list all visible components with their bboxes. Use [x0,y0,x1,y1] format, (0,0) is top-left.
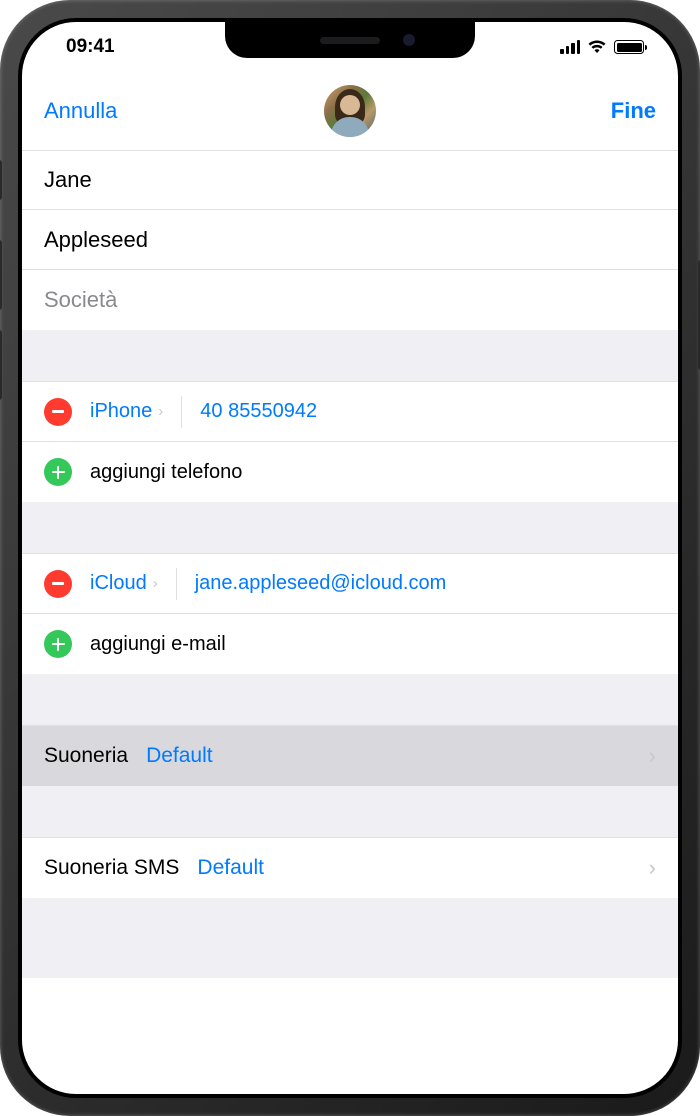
done-button[interactable]: Fine [611,98,656,124]
add-phone-label: aggiungi telefono [90,461,242,484]
phone-number-value[interactable]: 40 85550942 [200,400,317,423]
wifi-icon [587,40,607,54]
texttone-label: Suoneria SMS [44,856,179,880]
cellular-signal-icon [560,40,580,54]
phone-type-label: iPhone [90,400,152,423]
device-frame: 09:41 Annulla Fine [0,0,700,1116]
divider [176,568,177,600]
texttone-row[interactable]: Suoneria SMS Default › [22,838,678,898]
front-camera [403,34,415,46]
add-email-row[interactable]: aggiungi e-mail [22,614,678,674]
silent-switch [0,160,2,200]
ringtone-label: Suoneria [44,744,128,768]
first-name-input[interactable] [44,167,656,193]
navigation-bar: Annulla Fine [22,72,678,150]
ringtone-row[interactable]: Suoneria Default › [22,726,678,786]
add-email-icon [44,630,72,658]
remove-email-icon[interactable] [44,570,72,598]
email-type-label: iCloud [90,572,147,595]
screen: 09:41 Annulla Fine [22,22,678,1094]
notch [225,22,475,58]
phone-type-selector[interactable]: iPhone › [90,400,163,423]
email-address-value[interactable]: jane.appleseed@icloud.com [195,572,447,595]
texttone-value: Default [197,856,264,880]
divider [181,396,182,428]
edit-contact-form: iPhone › 40 85550942 aggiungi telefono [22,150,678,978]
chevron-right-icon: › [649,743,656,769]
last-name-input[interactable] [44,227,656,253]
ringtone-value: Default [146,744,213,768]
status-time: 09:41 [56,36,115,58]
chevron-right-icon: › [153,575,158,592]
company-input[interactable] [44,287,656,313]
volume-down-button [0,330,2,400]
cancel-button[interactable]: Annulla [44,98,117,124]
contact-avatar[interactable] [324,85,376,137]
volume-up-button [0,240,2,310]
email-type-selector[interactable]: iCloud › [90,572,158,595]
add-email-label: aggiungi e-mail [90,633,226,656]
remove-phone-icon[interactable] [44,398,72,426]
chevron-right-icon: › [649,855,656,881]
earpiece-speaker [320,37,380,44]
add-phone-icon [44,458,72,486]
add-phone-row[interactable]: aggiungi telefono [22,442,678,502]
battery-icon [614,40,644,54]
chevron-right-icon: › [158,403,163,420]
